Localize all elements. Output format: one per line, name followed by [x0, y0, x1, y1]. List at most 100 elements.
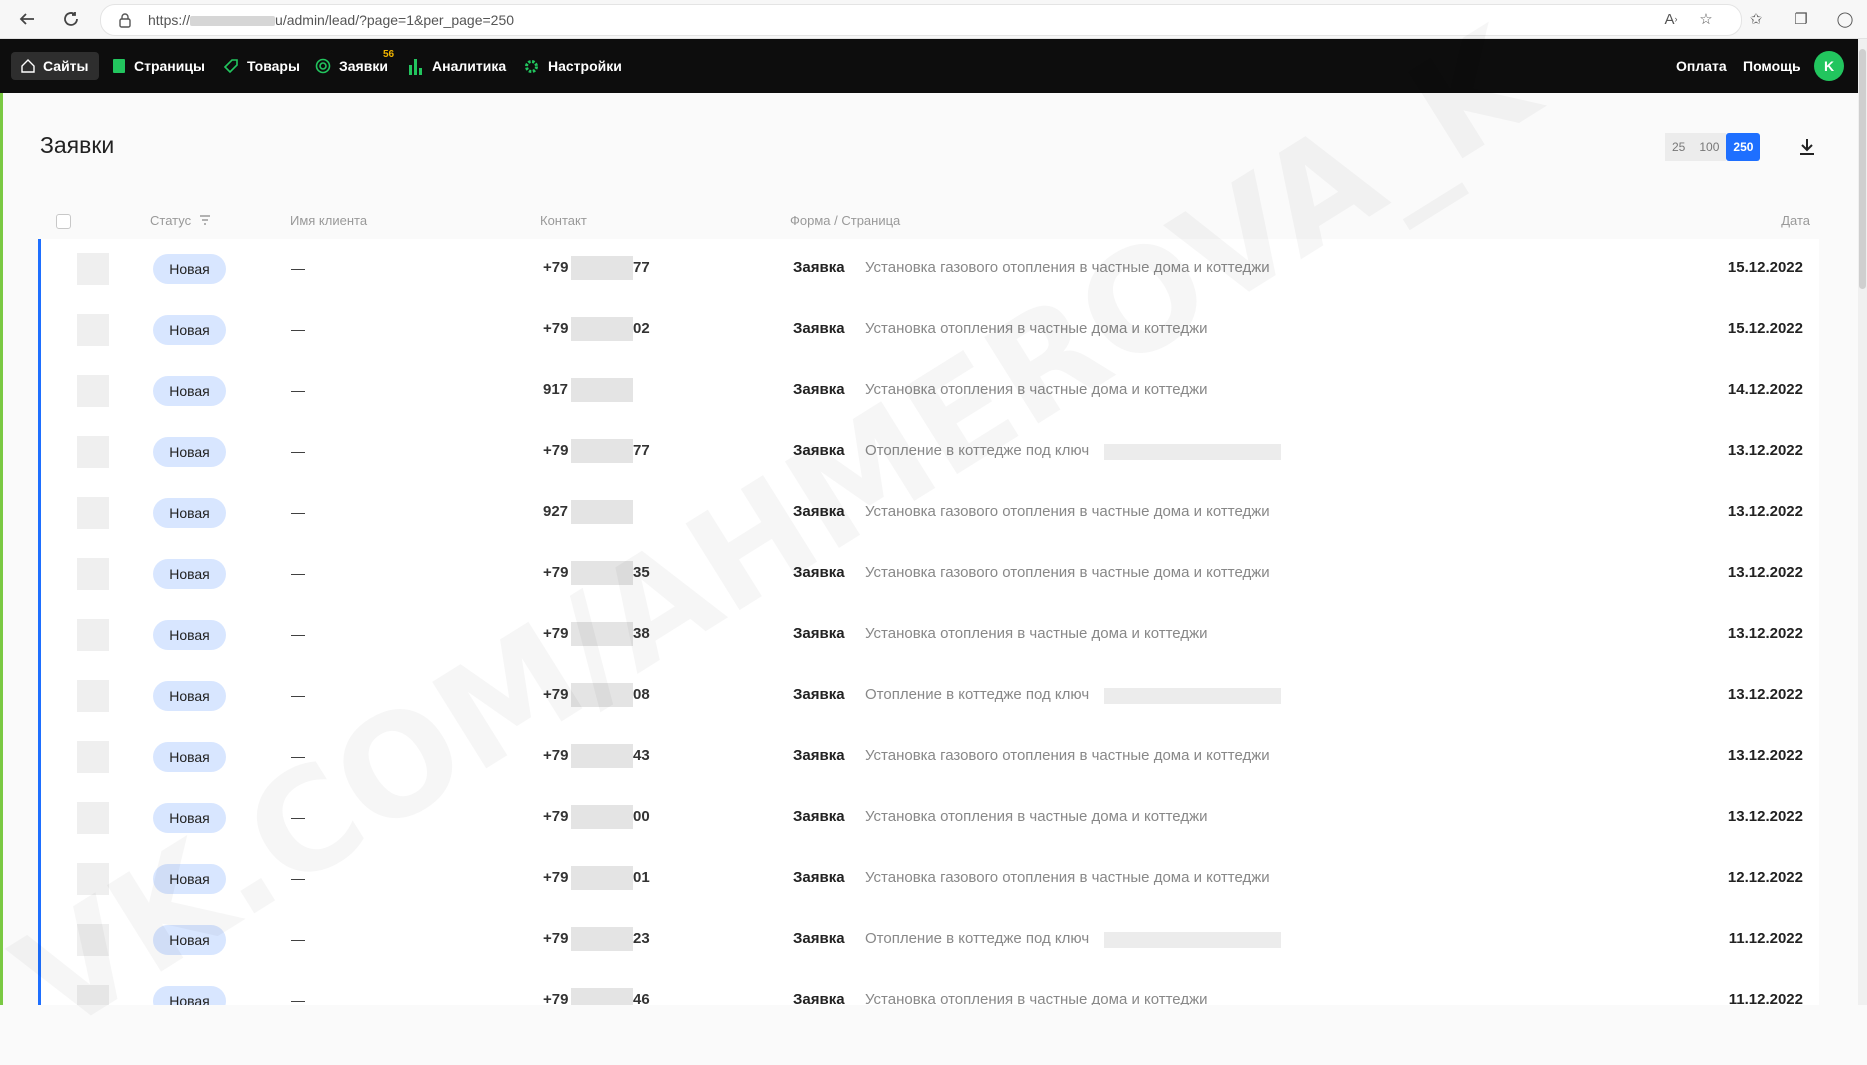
- row-thumbnail: [77, 741, 109, 773]
- lead-date: 13.12.2022: [1727, 808, 1803, 825]
- table-row[interactable]: Новая — 917 Заявка Установка отопления в час…: [41, 361, 1819, 423]
- table-row[interactable]: Новая — +79 00 Заявка Установка отопления в ч…: [41, 788, 1819, 850]
- avatar[interactable]: K: [1814, 51, 1844, 81]
- contact-phone[interactable]: +79 00: [543, 805, 663, 829]
- table-row[interactable]: Новая — +79 46 Заявка Установка отопления в ч…: [41, 971, 1819, 1005]
- contact-phone[interactable]: +79 08: [543, 683, 663, 707]
- status-badge[interactable]: Новая: [153, 803, 226, 833]
- filter-icon[interactable]: [199, 215, 211, 225]
- status-badge[interactable]: Новая: [153, 498, 226, 528]
- table-row[interactable]: Новая — +79 08 Заявка Отопление в коттедже по…: [41, 666, 1819, 728]
- page-name[interactable]: Установка газового отопления в частные д…: [865, 503, 1270, 520]
- download-icon[interactable]: [1796, 136, 1818, 158]
- scrollbar[interactable]: [1858, 39, 1867, 1005]
- status-badge[interactable]: Новая: [153, 559, 226, 589]
- page-name[interactable]: Отопление в коттедже под ключ: [865, 930, 1089, 947]
- client-name: —: [291, 504, 305, 520]
- nav-help[interactable]: Помощь: [1743, 52, 1801, 80]
- row-thumbnail: [77, 253, 109, 285]
- scrollbar-thumb[interactable]: [1859, 49, 1866, 289]
- page-name[interactable]: Установка газового отопления в частные д…: [865, 564, 1270, 581]
- row-thumbnail: [77, 802, 109, 834]
- page-title: Заявки: [40, 132, 115, 158]
- table-row[interactable]: Новая — +79 01 Заявка Установка газового отоп…: [41, 849, 1819, 911]
- status-badge[interactable]: Новая: [153, 437, 226, 467]
- table-row[interactable]: Новая — +79 35 Заявка Установка газового отоп…: [41, 544, 1819, 606]
- form-name: Заявка: [793, 686, 845, 703]
- contact-phone[interactable]: +79 35: [543, 561, 663, 585]
- nav-leads[interactable]: Заявки: [315, 52, 388, 80]
- status-badge[interactable]: Новая: [153, 254, 226, 284]
- page-name[interactable]: Установка газового отопления в частные д…: [865, 869, 1270, 886]
- per-page-25[interactable]: 25: [1665, 133, 1693, 161]
- status-badge[interactable]: Новая: [153, 620, 226, 650]
- page-name[interactable]: Отопление в коттедже под ключ: [865, 686, 1089, 703]
- page-name[interactable]: Установка газового отопления в частные д…: [865, 747, 1270, 764]
- add-favorite-icon[interactable]: ☆: [1695, 8, 1717, 30]
- page-name[interactable]: Установка отопления в частные дома и кот…: [865, 381, 1208, 398]
- select-all-checkbox[interactable]: [56, 214, 71, 229]
- contact-phone[interactable]: +79 43: [543, 744, 663, 768]
- status-badge[interactable]: Новая: [153, 742, 226, 772]
- table-row[interactable]: Новая — +79 43 Заявка Установка газового отоп…: [41, 727, 1819, 789]
- status-badge[interactable]: Новая: [153, 986, 226, 1005]
- client-name: —: [291, 687, 305, 703]
- page-name[interactable]: Установка отопления в частные дома и кот…: [865, 991, 1208, 1005]
- page-name[interactable]: Установка отопления в частные дома и кот…: [865, 320, 1208, 337]
- back-icon[interactable]: [16, 8, 38, 30]
- profile-icon[interactable]: ◯: [1834, 8, 1856, 30]
- row-thumbnail: [77, 924, 109, 956]
- nav-settings-label: Настройки: [548, 58, 622, 74]
- collections-icon[interactable]: ❐: [1790, 8, 1812, 30]
- nav-analytics[interactable]: Аналитика: [408, 52, 506, 80]
- page-name[interactable]: Установка отопления в частные дома и кот…: [865, 625, 1208, 642]
- table-row[interactable]: Новая — +79 77 Заявка Отопление в коттедже по…: [41, 422, 1819, 484]
- table-row[interactable]: Новая — +79 38 Заявка Установка отопления в ч…: [41, 605, 1819, 667]
- page-name[interactable]: Установка газового отопления в частные д…: [865, 259, 1270, 276]
- row-thumbnail: [77, 314, 109, 346]
- contact-phone[interactable]: +79 46: [543, 988, 663, 1005]
- contact-phone[interactable]: +79 23: [543, 927, 663, 951]
- row-thumbnail: [77, 558, 109, 590]
- nav-products[interactable]: Товары: [223, 52, 300, 80]
- read-aloud-icon[interactable]: A ›: [1660, 8, 1682, 30]
- home-icon: [21, 59, 35, 73]
- status-badge[interactable]: Новая: [153, 681, 226, 711]
- table-row[interactable]: Новая — 927 Заявка Установка газового отопле…: [41, 483, 1819, 545]
- contact-phone[interactable]: 917: [543, 378, 663, 402]
- contact-phone[interactable]: +79 02: [543, 317, 663, 341]
- nav-leads-label: Заявки: [339, 58, 388, 74]
- favorites-icon[interactable]: ✩: [1745, 8, 1767, 30]
- nav-pages[interactable]: Страницы: [112, 52, 205, 80]
- table-row[interactable]: Новая — +79 77 Заявка Установка газового отоп…: [41, 239, 1819, 301]
- nav-sites[interactable]: Сайты: [11, 52, 99, 80]
- form-page-column-header: Форма / Страница: [790, 213, 901, 228]
- contact-phone[interactable]: 927: [543, 500, 663, 524]
- table-row[interactable]: Новая — +79 02 Заявка Установка отопления в ч…: [41, 300, 1819, 362]
- per-page-250[interactable]: 250: [1726, 133, 1761, 161]
- lead-date: 11.12.2022: [1728, 930, 1803, 947]
- client-name: —: [291, 809, 305, 825]
- per-page-100[interactable]: 100: [1692, 133, 1727, 161]
- lead-date: 11.12.2022: [1728, 991, 1803, 1005]
- status-badge[interactable]: Новая: [153, 925, 226, 955]
- status-badge[interactable]: Новая: [153, 376, 226, 406]
- form-name: Заявка: [793, 503, 845, 520]
- contact-phone[interactable]: +79 77: [543, 256, 663, 280]
- address-bar[interactable]: https://u/admin/lead/?page=1&per_page=25…: [100, 4, 1742, 36]
- lead-date: 14.12.2022: [1727, 381, 1803, 398]
- nav-payment[interactable]: Оплата: [1676, 52, 1727, 80]
- nav-settings[interactable]: Настройки: [523, 52, 622, 80]
- table-row[interactable]: Новая — +79 23 Заявка Отопление в коттедже по…: [41, 910, 1819, 972]
- contact-phone[interactable]: +79 38: [543, 622, 663, 646]
- status-badge[interactable]: Новая: [153, 864, 226, 894]
- reload-icon[interactable]: [60, 8, 82, 30]
- page-name[interactable]: Отопление в коттедже под ключ: [865, 442, 1089, 459]
- contact-phone[interactable]: +79 01: [543, 866, 663, 890]
- top-navigation: Сайты Страницы Товары Заявки Аналитика Н…: [0, 39, 1858, 93]
- contact-phone[interactable]: +79 77: [543, 439, 663, 463]
- status-badge[interactable]: Новая: [153, 315, 226, 345]
- status-column-header[interactable]: Статус: [150, 213, 211, 228]
- page-name[interactable]: Установка отопления в частные дома и кот…: [865, 808, 1208, 825]
- form-name: Заявка: [793, 564, 845, 581]
